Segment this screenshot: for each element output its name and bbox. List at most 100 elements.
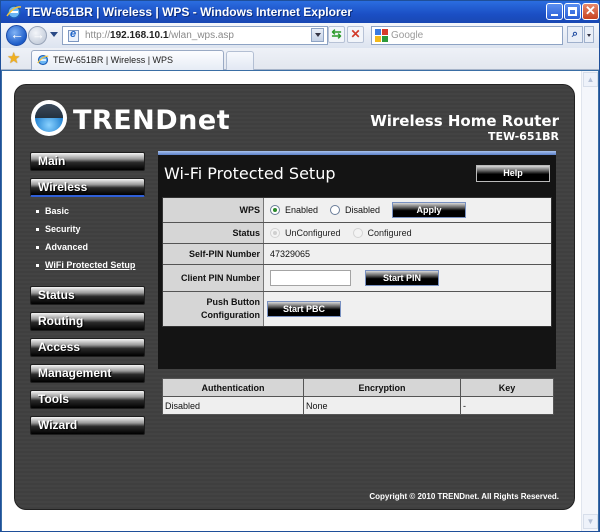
bullet-icon <box>36 228 39 232</box>
sidebar-item-wizard[interactable]: Wizard <box>30 416 145 435</box>
submenu-item-advanced[interactable]: Advanced <box>36 240 145 258</box>
page-icon <box>68 28 79 42</box>
maximize-icon <box>568 7 577 16</box>
submenu-item-wifi-protected-setup[interactable]: WiFi Protected Setup <box>36 258 145 276</box>
wps-enabled-label: Enabled <box>285 205 319 215</box>
search-placeholder: Google <box>391 30 424 41</box>
browser-window: TEW-651BR | Wireless | WPS - Windows Int… <box>0 0 600 532</box>
pbc-value: Start PBC <box>264 292 551 326</box>
sidebar-item-main[interactable]: Main <box>30 152 145 171</box>
submenu-label: Basic <box>45 206 70 216</box>
product-name: Wireless Home Router <box>370 112 559 130</box>
close-icon: ✕ <box>585 3 596 18</box>
client-pin-label: Client PIN Number <box>163 265 264 291</box>
brand-name: TRENDnet <box>73 105 231 136</box>
window-title: TEW-651BR | Wireless | WPS - Windows Int… <box>25 5 352 19</box>
search-input[interactable]: Google <box>371 26 563 45</box>
history-dropdown-icon[interactable] <box>50 32 58 37</box>
close-button[interactable]: ✕ <box>582 3 599 20</box>
wps-label: WPS <box>163 198 264 222</box>
new-tab-button[interactable] <box>226 51 254 70</box>
sidebar-item-routing[interactable]: Routing <box>30 312 145 331</box>
header-encryption: Encryption <box>303 378 461 397</box>
forward-button[interactable] <box>28 26 47 45</box>
pbc-row: Push Button Configuration Start PBC <box>163 292 551 326</box>
url-prefix: http:// <box>85 30 111 41</box>
pbc-label-line1: Push Button <box>206 297 261 307</box>
title-bar: TEW-651BR | Wireless | WPS - Windows Int… <box>1 1 599 23</box>
status-unconfigured-label: UnConfigured <box>285 228 341 238</box>
vertical-scrollbar[interactable]: ▲ ▼ <box>581 71 598 531</box>
sidebar-item-management[interactable]: Management <box>30 364 145 383</box>
wps-value: Enabled Disabled Apply <box>264 198 551 222</box>
wps-form: WPS Enabled Disabled Apply Status UnConf… <box>162 197 552 327</box>
wps-panel: Wi-Fi Protected Setup Help WPS Enabled D… <box>158 151 556 369</box>
table-header-row: Authentication Encryption Key <box>162 378 554 397</box>
wps-enabled-radio[interactable] <box>270 205 280 215</box>
copyright-text: Copyright © 2010 TRENDnet. All Rights Re… <box>369 492 559 501</box>
ie-logo-icon <box>6 5 22 19</box>
self-pin-row: Self-PIN Number 47329065 <box>163 244 551 265</box>
wps-disabled-radio[interactable] <box>330 205 341 215</box>
status-value: UnConfigured Configured <box>264 223 551 243</box>
tab-label: TEW-651BR | Wireless | WPS <box>53 55 174 65</box>
submenu-item-basic[interactable]: Basic <box>36 204 145 222</box>
sidebar-item-tools[interactable]: Tools <box>30 390 145 409</box>
start-pin-button[interactable]: Start PIN <box>365 270 439 286</box>
status-label: Status <box>163 223 264 243</box>
status-row: Status UnConfigured Configured <box>163 223 551 244</box>
favorites-star-icon[interactable]: ★ <box>7 51 20 66</box>
status-configured-label: Configured <box>367 228 412 238</box>
maximize-button[interactable] <box>564 3 581 20</box>
search-button[interactable]: ⌕ <box>567 26 583 43</box>
self-pin-label: Self-PIN Number <box>163 244 264 264</box>
sidebar-item-access[interactable]: Access <box>30 338 145 357</box>
minimize-button[interactable] <box>546 3 563 20</box>
back-button[interactable] <box>6 25 27 46</box>
pbc-label: Push Button Configuration <box>163 292 264 326</box>
sidebar-item-status[interactable]: Status <box>30 286 145 305</box>
search-options-dropdown[interactable] <box>584 26 594 43</box>
trendnet-logo: TRENDnet <box>31 100 230 140</box>
submenu-label: Advanced <box>45 242 89 252</box>
address-dropdown-button[interactable] <box>311 28 324 42</box>
bullet-icon <box>36 210 39 214</box>
page-title: Wi-Fi Protected Setup <box>164 164 336 183</box>
cell-authentication: Disabled <box>162 396 304 415</box>
bullet-icon <box>36 264 39 268</box>
product-model: TEW-651BR <box>487 130 559 143</box>
pbc-label-line2: Configuration <box>201 310 260 320</box>
client-pin-input[interactable] <box>270 270 351 286</box>
sidebar-item-wireless[interactable]: Wireless <box>30 178 145 197</box>
product-info: Wireless Home Router TEW-651BR <box>370 112 559 143</box>
apply-button[interactable]: Apply <box>392 202 467 218</box>
status-unconfigured-radio <box>270 228 280 238</box>
header-authentication: Authentication <box>162 378 304 397</box>
cell-key: - <box>460 396 554 415</box>
google-icon <box>375 29 388 42</box>
help-button[interactable]: Help <box>476 165 550 182</box>
client-pin-row: Client PIN Number Start PIN <box>163 265 551 292</box>
page-viewport: TRENDnet Wireless Home Router TEW-651BR … <box>2 71 598 531</box>
bullet-icon <box>36 246 39 250</box>
wps-disabled-label: Disabled <box>345 205 381 215</box>
submenu-item-security[interactable]: Security <box>36 222 145 240</box>
tab-active[interactable]: TEW-651BR | Wireless | WPS <box>31 50 224 70</box>
globe-logo-icon <box>31 100 67 136</box>
table-row: Disabled None - <box>162 396 554 415</box>
self-pin-value: 47329065 <box>270 249 311 259</box>
router-page: TRENDnet Wireless Home Router TEW-651BR … <box>14 84 575 510</box>
start-pbc-button[interactable]: Start PBC <box>267 301 341 317</box>
ie-tab-icon <box>37 54 49 66</box>
url-host: 192.168.10.1 <box>110 30 169 41</box>
magnifier-icon: ⌕ <box>571 28 579 40</box>
refresh-button[interactable]: ⇆ <box>328 26 345 43</box>
stop-button[interactable]: ✕ <box>347 26 364 43</box>
header-key: Key <box>460 378 554 397</box>
client-pin-value: Start PIN <box>264 265 551 291</box>
scroll-down-icon[interactable]: ▼ <box>583 514 598 529</box>
submenu-label: Security <box>45 224 81 234</box>
address-bar[interactable]: http://192.168.10.1/wlan_wps.asp <box>62 26 328 45</box>
scroll-up-icon[interactable]: ▲ <box>583 72 598 87</box>
submenu-link[interactable]: WiFi Protected Setup <box>45 260 135 270</box>
